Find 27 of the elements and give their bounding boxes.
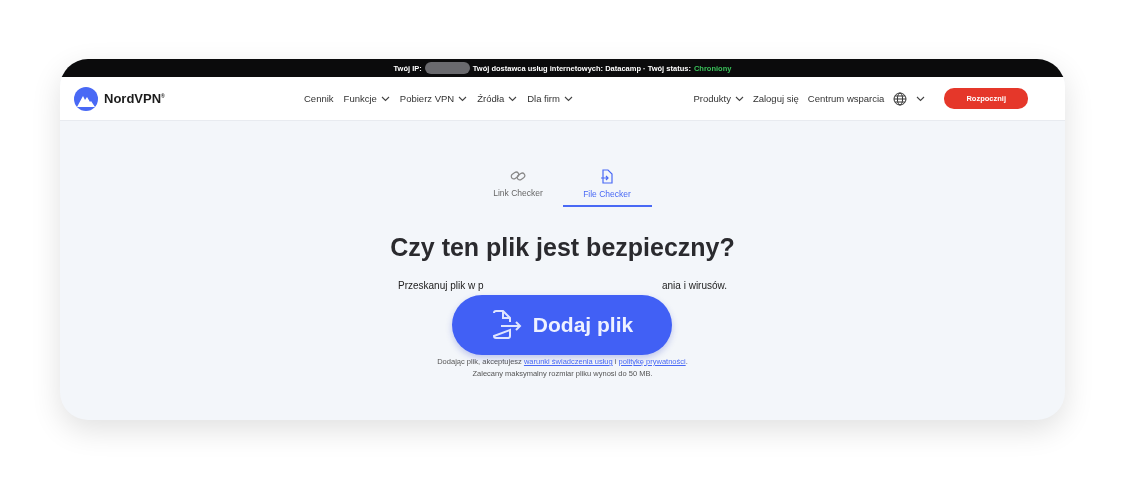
file-export-icon [490, 310, 523, 340]
chevron-icon[interactable] [458, 95, 468, 102]
nav-link[interactable]: Zaloguj się [752, 93, 799, 104]
mountain-logo-icon[interactable] [74, 86, 98, 111]
heading: Czy ten plik jest bezpieczny? [390, 233, 735, 262]
chevron-icon[interactable] [563, 95, 573, 102]
tab[interactable]: File Checker [562, 169, 652, 207]
nav-link[interactable]: Funkcje [343, 93, 390, 104]
chevron-icon[interactable] [508, 95, 518, 102]
nav-link[interactable]: Pobierz VPN [399, 93, 468, 104]
chevron-icon[interactable] [380, 95, 390, 102]
nav-link[interactable]: Produkty [693, 93, 744, 104]
add-file-button[interactable]: Dodaj plik [452, 295, 672, 355]
file-import-icon [600, 169, 614, 184]
globe-icon[interactable] [893, 91, 908, 106]
description-text: Przeskanuj plik w p [398, 280, 484, 291]
nav-link[interactable]: Źródła [477, 93, 518, 104]
description-text: ania i wirusów. [661, 280, 727, 291]
nav-link[interactable]: Cennik [304, 93, 334, 104]
tab[interactable]: Link Checker [473, 169, 563, 207]
logo-text[interactable]: NordVPN$^{®}$ [104, 91, 165, 106]
redacted-ip [424, 62, 470, 74]
nav-link[interactable]: Dla firm [527, 93, 573, 104]
nav-link[interactable]: Centrum wsparcia [807, 93, 885, 104]
chevron-icon[interactable] [734, 95, 744, 102]
link-icon [510, 169, 526, 183]
caret-icon[interactable] [916, 95, 926, 102]
